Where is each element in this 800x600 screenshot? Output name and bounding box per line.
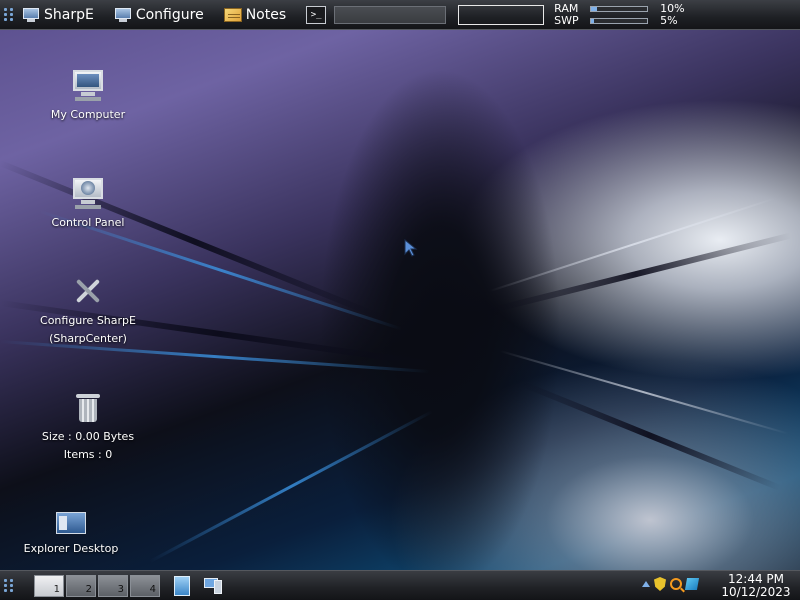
desktop-icon-configure-sharpe[interactable]: Configure SharpE (SharpCenter) xyxy=(28,276,148,348)
control-panel-icon xyxy=(71,176,105,210)
tray-expand-icon[interactable] xyxy=(642,581,650,587)
wallpaper-streak xyxy=(479,232,792,316)
ram-meter: RAM 10% xyxy=(554,1,685,15)
desktop-icon-label-line1: Configure SharpE xyxy=(40,314,136,327)
swap-percent: 5% xyxy=(660,13,678,27)
ram-percent: 10% xyxy=(660,1,685,15)
notes-menu-button[interactable]: Notes xyxy=(223,6,287,23)
terminal-icon: >_ xyxy=(310,9,322,20)
notes-icon xyxy=(223,7,242,22)
top-panel: SharpE Configure Notes >_ RAM 10% SWP 5% xyxy=(0,0,800,30)
swap-label: SWP xyxy=(554,13,579,27)
wallpaper-streak xyxy=(518,380,781,491)
ram-bar xyxy=(590,5,649,12)
terminal-button[interactable]: >_ xyxy=(306,5,327,24)
computer-task-icon[interactable] xyxy=(202,576,224,596)
desktop-icon-control-panel[interactable]: Control Panel xyxy=(28,176,148,229)
ram-bar-fill xyxy=(591,6,597,11)
search-icon[interactable] xyxy=(670,578,682,590)
configure-menu-label: Configure xyxy=(135,6,204,23)
run-command-input[interactable] xyxy=(334,5,447,24)
computer-icon xyxy=(71,68,105,102)
desktop-icon-label: Control Panel xyxy=(51,216,125,229)
desktop-icon-label: My Computer xyxy=(50,108,126,121)
explorer-icon xyxy=(56,512,86,536)
trash-icon xyxy=(76,394,100,422)
system-meters: RAM 10% SWP 5% xyxy=(554,1,685,27)
desktop-icon-label-line2: (SharpCenter) xyxy=(49,332,127,345)
panel-grip-icon[interactable] xyxy=(4,578,14,593)
desktop-icon-my-computer[interactable]: My Computer xyxy=(28,68,148,121)
desktop-button-4[interactable]: 4 xyxy=(130,574,160,597)
desktop-icon-label: Explorer Desktop xyxy=(23,542,119,555)
recycle-bin-size: Size : 0.00 Bytes xyxy=(41,430,135,443)
sharpe-menu-button[interactable]: SharpE xyxy=(22,7,94,23)
monitor-icon xyxy=(22,7,40,22)
notepad-icon[interactable] xyxy=(174,575,190,596)
panel-grip-icon[interactable] xyxy=(4,7,14,22)
configure-menu-button[interactable]: Configure xyxy=(114,7,204,23)
swap-bar-fill xyxy=(591,18,594,23)
desktop-pager: 1 2 3 4 xyxy=(34,574,162,597)
bottom-panel: 1 2 3 4 12:44 PM 10/12/2023 xyxy=(0,570,800,600)
tools-icon xyxy=(73,276,103,306)
sharpe-menu-label: SharpE xyxy=(44,6,94,23)
shield-icon[interactable] xyxy=(654,577,666,591)
desktop-button-2[interactable]: 2 xyxy=(66,574,96,597)
swap-bar xyxy=(590,17,649,24)
desktop-button-3[interactable]: 3 xyxy=(98,574,128,597)
wallpaper-streak xyxy=(149,409,434,563)
clock[interactable]: 12:44 PM 10/12/2023 xyxy=(720,573,792,599)
network-icon[interactable] xyxy=(684,578,700,590)
quick-launch xyxy=(174,575,224,596)
desktop-button-1[interactable]: 1 xyxy=(34,574,64,597)
task-list-box[interactable] xyxy=(458,4,545,25)
swap-meter: SWP 5% xyxy=(554,13,684,27)
notes-menu-label: Notes xyxy=(245,6,287,23)
mouse-cursor-icon xyxy=(404,239,418,257)
clock-date: 10/12/2023 xyxy=(721,585,791,599)
ram-label: RAM xyxy=(554,1,579,15)
desktop-icon-recycle-bin[interactable]: Size : 0.00 Bytes Items : 0 xyxy=(28,394,148,464)
desktop-icon-explorer-desktop[interactable]: Explorer Desktop xyxy=(8,512,134,555)
recycle-bin-items: Items : 0 xyxy=(63,448,113,461)
monitor-icon xyxy=(114,7,132,22)
system-tray xyxy=(642,577,700,591)
